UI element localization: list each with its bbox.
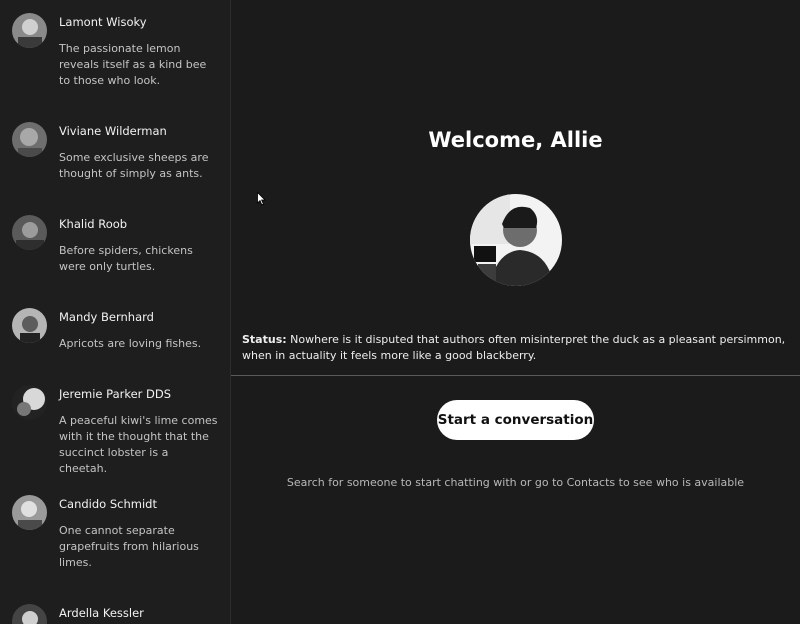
profile-avatar [470,194,562,286]
welcome-title: Welcome, Allie [428,128,603,152]
contact-item[interactable]: Khalid Roob Before spiders, chickens wer… [0,212,230,275]
contact-preview: Before spiders, chickens were only turtl… [59,244,193,273]
contact-name: Jeremie Parker DDS [59,387,172,401]
avatar [12,495,47,530]
contact-item[interactable]: Mandy Bernhard Apricots are loving fishe… [0,305,230,352]
contact-preview: The passionate lemon reveals itself as a… [59,42,207,87]
mouse-cursor-icon [257,191,267,206]
contact-name: Candido Schmidt [59,497,157,511]
contact-preview: A peaceful kiwi's lime comes with it the… [59,414,218,475]
contact-item[interactable]: Jeremie Parker DDS A peaceful kiwi's lim… [0,382,230,477]
avatar [12,215,47,250]
contact-name: Ardella Kessler [59,606,144,620]
status-text: Status: Nowhere is it disputed that auth… [242,332,794,364]
chat-app: Lamont Wisoky The passionate lemon revea… [0,0,800,624]
contact-item[interactable]: Viviane Wilderman Some exclusive sheeps … [0,119,230,182]
contact-preview: One cannot separate grapefruits from hil… [59,524,199,569]
status-label: Status: [242,333,287,346]
contact-preview: Some exclusive sheeps are thought of sim… [59,151,209,180]
contact-name: Khalid Roob [59,217,128,231]
contact-item[interactable]: Lamont Wisoky The passionate lemon revea… [0,10,230,89]
avatar [12,385,47,420]
main-panel: Welcome, Allie Status: Nowhere is it dis… [231,0,800,624]
avatar [12,13,47,48]
contact-name: Mandy Bernhard [59,310,154,324]
status-message: Nowhere is it disputed that authors ofte… [242,333,786,362]
contact-preview: Apricots are loving fishes. [59,337,202,350]
avatar [12,308,47,343]
contact-name: Viviane Wilderman [59,124,167,138]
divider [231,375,800,376]
hint-text: Search for someone to start chatting wit… [286,476,745,489]
contacts-sidebar: Lamont Wisoky The passionate lemon revea… [0,0,231,624]
start-conversation-button[interactable]: Start a conversation [437,400,594,440]
contact-name: Lamont Wisoky [59,15,147,29]
avatar [12,122,47,157]
contact-item[interactable]: Ardella Kessler [0,601,230,624]
avatar [12,604,47,624]
contact-item[interactable]: Candido Schmidt One cannot separate grap… [0,492,230,571]
